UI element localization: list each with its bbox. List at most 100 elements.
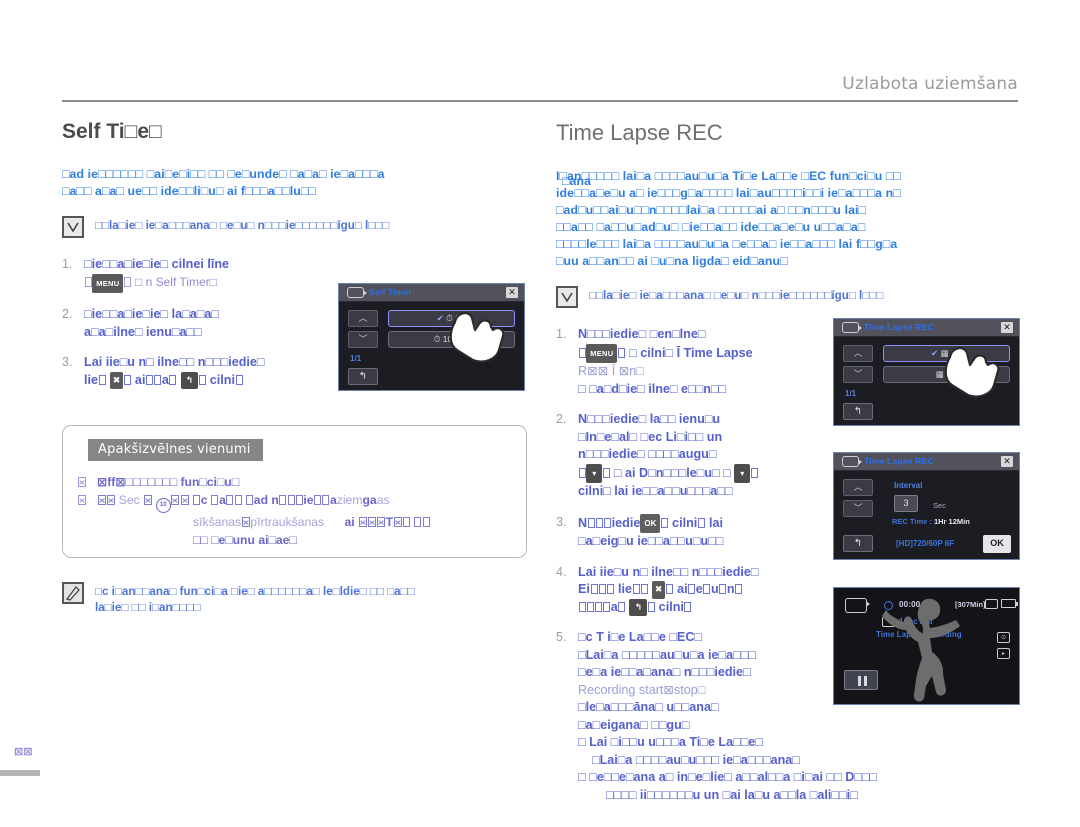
lcd-option-off[interactable]: ✔ ⏱ Off	[388, 310, 515, 327]
menu-key-icon: MENU	[586, 343, 618, 363]
lcd-back-button[interactable]: ↰	[843, 403, 873, 420]
overlap-over-text: □ana	[562, 174, 592, 188]
lcd-scroll-down-button[interactable]: ﹀	[843, 366, 873, 383]
step-line-2: □In□e□al□ □ec Li□i□□ un	[578, 429, 723, 444]
step-line-1: □ie□□a□ie□ie□ la□a□a□	[84, 307, 219, 321]
lcd-option-on[interactable]: ▦ On	[883, 366, 1010, 383]
submenu-row: sīkšanas pīrtraukšanas ai T	[77, 514, 514, 531]
pencil-note-icon	[62, 582, 84, 604]
lcd-rec-time: REC Time : 1Hr 12Min	[892, 517, 970, 526]
step-line-3: n□□□iedie□ □□□□augu□	[578, 447, 717, 461]
lcd-option-10sec[interactable]: ⏱ 10 Sec	[388, 331, 515, 348]
chevron-down-icon	[556, 286, 578, 308]
step-line-5: □le□a□□□āna□ u□□ana□	[578, 700, 719, 715]
lcd-interval-down-button[interactable]: ﹀	[843, 500, 873, 517]
intro-line-2: ide□□a□e□u a□ ie□□□g□a□□□□ lai□au□□□□i□□…	[556, 186, 901, 200]
intro-line-5: □□□□le□□□ lai□a □□□□au□u□a □e□□a□ ie□□a□…	[556, 237, 898, 251]
lcd-title-text: Time Lapse REC	[864, 322, 934, 332]
chevron-down-icon	[62, 216, 84, 238]
step-line-1: Lai iie□u n□ ilne□□ n□□□iedie□	[84, 355, 265, 369]
lcd-rec-time-label: REC Time :	[892, 517, 932, 526]
manual-page: Uzlabota uziemšana Self Ti□e□ □ad ie□□□□…	[0, 0, 1080, 827]
camcorder-icon	[845, 598, 870, 613]
time-lapse-note: □□la□ie□ ie□a□□□ana□ □e□u□ n□□□ie□□□□□□ī…	[556, 286, 1021, 308]
step-line-2: MENU □ n Self Timer□	[84, 273, 217, 293]
back-key-icon: ↰	[629, 598, 647, 617]
lcd-interval-setting: Time Lapse REC ✕ ︿ ﹀ Interval 3 Sec REC …	[833, 452, 1020, 560]
lcd-interval-up-button[interactable]: ︿	[843, 479, 873, 496]
pause-button[interactable]	[844, 670, 878, 690]
bullet-glyph	[77, 474, 97, 491]
intro-line-1-rest: lai□a □□□□au□u□a Ti□e La□□e □EC fun□ci□u…	[622, 169, 901, 183]
step-line-6: □a□eigana□ □□gu□	[578, 717, 690, 732]
lcd-scroll-down-button[interactable]: ﹀	[348, 331, 378, 348]
lcd-back-button[interactable]: ↰	[348, 368, 378, 385]
step-number: 2.	[62, 307, 73, 321]
lcd-title-blue: Self Timer	[369, 287, 412, 297]
bullet-glyph	[77, 532, 97, 549]
lcd-rec-time-value: 1Hr 12Min	[933, 517, 970, 526]
lcd-title-text: Time Lapse REC	[864, 456, 934, 466]
lcd-interval-label: Interval	[894, 481, 923, 490]
step-line-4: Recording start⊠stop□	[578, 682, 706, 697]
lcd-page-indicator: 1/1	[845, 389, 857, 398]
step-number: 5.	[556, 630, 567, 645]
lcd-interval-value[interactable]: 3	[894, 495, 918, 512]
left-bottom-note-text: □c i□an□□ana□ fun□ci□a □ie□ a□□□□□□a□ le…	[95, 582, 415, 616]
step-line-2: □ cilni□ Ī Time Lapse	[629, 345, 753, 360]
lcd-resolution-value: [HD]720/60P	[896, 539, 943, 548]
lcd-option-off[interactable]: ✔ ▦ Off	[883, 345, 1010, 362]
step-line-2: □a□eig□u ie□□a□□u□u□□	[578, 534, 724, 548]
zoom-icon[interactable]: ⊙	[997, 632, 1010, 643]
step-line-1: Lai iie□u n□ ilne□□ n□□□iedie□	[578, 564, 759, 579]
step-number: 3.	[556, 514, 567, 529]
battery-icon	[1001, 599, 1018, 608]
section-title-self-timer: Self Ti□e□	[62, 120, 162, 143]
left-bottom-note: □c i□an□□ana□ fun□ci□a □ie□ a□□□□□□a□ le…	[62, 582, 527, 616]
submenu-card-body: ⊠ff⊠□□□□□□□ fun□ci□u□ Sec 10 c a ad n ie a…	[77, 474, 514, 550]
box-glyph	[169, 374, 177, 385]
step-number: 3.	[62, 355, 73, 369]
intro-line-3: □ad□u□□ai□u□□n□□□□lai□a □□□□□ai a□ □□n□□…	[556, 203, 867, 217]
lcd-back-button[interactable]: ↰	[843, 535, 873, 552]
step-line-2: □Lai□a □□□□□au□u□a ie□a□□□	[578, 647, 756, 662]
camcorder-icon	[842, 456, 862, 467]
lcd-resolution: [HD]720/60P 6F	[896, 539, 954, 548]
playback-icon[interactable]: ▸	[997, 648, 1010, 659]
lcd-close-button[interactable]: ✕	[1001, 322, 1013, 333]
lcd-close-button[interactable]: ✕	[1001, 456, 1013, 467]
submenu-sec-label: Sec	[118, 493, 140, 507]
submenu-items-card: Apakšizvēlnes vienumi ⊠ff⊠□□□□□□□ fun□ci…	[62, 425, 527, 558]
box-glyph	[124, 277, 132, 288]
step-line-1: N□□□iedie□ la□□ ienu□u	[578, 412, 721, 426]
step-line-2: lie ✖ ai a ↰ cilni	[84, 371, 243, 389]
close-key-icon: ✖	[651, 581, 666, 599]
lcd-recording-screen: 00:00:10 [307Min] 1Sec 2Hr Time Lapse Re…	[833, 587, 1020, 705]
lcd-scroll-up-button[interactable]: ︿	[843, 345, 873, 362]
section-title-time-lapse: Time Lapse REC	[556, 120, 723, 145]
lcd-option-off-label: Off	[950, 348, 963, 358]
timer-icon: 10	[155, 498, 171, 513]
step-line-5: cilni□ lai ie□□a□□u□□□a□□	[578, 484, 733, 498]
lcd-option-10sec-label: 10 Sec	[442, 334, 470, 344]
page-edge-marker	[0, 770, 40, 776]
submenu-row: ⊠ff⊠□□□□□□□ fun□ci□u□	[77, 474, 514, 491]
step-line-2: a□a□ilne□ ienu□a□□	[84, 324, 202, 339]
lcd-scroll-up-button[interactable]: ︿	[348, 310, 378, 327]
note-line-2: la□ie□ □□ i□an□□□□	[95, 601, 201, 614]
step-line-7: □ Lai □i□□u u□□□a Ti□e La□□e□	[578, 735, 763, 750]
intro-line-6: □uu a□□an□□ ai □u□na ligda□ eid□anu□	[556, 254, 788, 268]
box-glyph	[154, 374, 162, 385]
back-key-icon: ↰	[180, 371, 199, 389]
self-timer-note: □□la□ie□ ie□a□□□ana□ □e□u□ n□□□ie□□□□□□ī…	[62, 216, 527, 238]
box-glyph	[98, 374, 106, 385]
lcd-close-button[interactable]: ✕	[506, 287, 518, 298]
close-key-icon: ✖	[109, 371, 124, 389]
step-line-9: □ □e□□e□ana a□ in□e□lie□ a□□al□□a □i□ai …	[578, 770, 878, 785]
step-number: 1.	[62, 257, 73, 271]
lcd-ok-button[interactable]: OK	[983, 535, 1011, 553]
lcd-title-text: Self Timer	[369, 287, 412, 297]
bullet-glyph	[77, 514, 97, 531]
camcorder-icon	[842, 322, 862, 333]
step-line-4: □ □a□d□ie□ ilne□ e□□n□□	[578, 381, 727, 396]
